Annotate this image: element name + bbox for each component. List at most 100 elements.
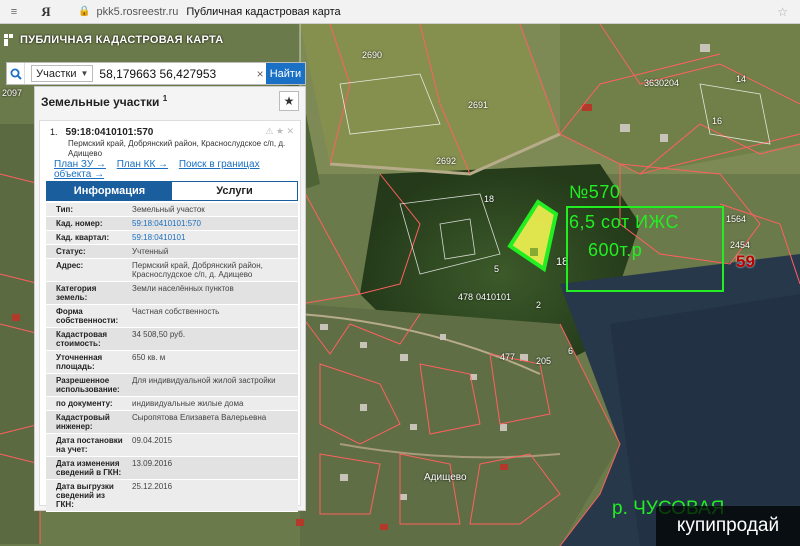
- attribute-key: Кад. квартал:: [56, 233, 110, 242]
- attribute-value: Для индивидуальной жилой застройки: [132, 376, 276, 385]
- browser-logo[interactable]: Я: [38, 4, 54, 20]
- attribute-value: Сыропятова Елизавета Валерьевна: [132, 413, 267, 422]
- attribute-key: Дата изменения сведений в ГКН:: [56, 459, 122, 477]
- parcel-label: 1564: [726, 214, 747, 224]
- card-tabs: Информация Услуги: [46, 181, 298, 201]
- attribute-row: Дата изменения сведений в ГКН: 13.09.2016: [46, 457, 298, 480]
- parcel-label: 205: [536, 356, 552, 366]
- result-count: 1: [162, 93, 168, 103]
- parcel-label: 18: [484, 194, 495, 204]
- chevron-down-icon: ▼: [80, 69, 89, 78]
- parcel-address: Пермский край, Добрянский район, Краснос…: [68, 139, 286, 158]
- parcel-number[interactable]: 59:18:0410101:570: [66, 127, 154, 138]
- quarter-label: 3630204: [644, 78, 680, 88]
- favorite-button[interactable]: ★: [279, 91, 299, 111]
- attribute-value: Земельный участок: [132, 205, 205, 214]
- plan-kk-link[interactable]: План КК →: [117, 159, 168, 170]
- parcel-label: 6: [568, 346, 574, 356]
- parcel-heading: 1. 59:18:0410101:570: [50, 127, 154, 138]
- app-header: ПУБЛИЧНАЯ КАДАСТРОВАЯ КАРТА: [4, 34, 224, 46]
- parcel-label: 2692: [436, 156, 457, 166]
- attribute-row: Разрешенное использование: Для индивидуал…: [46, 374, 298, 397]
- panel-title: Земельные участки 1: [41, 93, 168, 109]
- search-icon[interactable]: [7, 63, 26, 84]
- tab-info[interactable]: Информация: [47, 182, 172, 200]
- attribute-table: Тип: Земельный участок Кад. номер: 59:18:04…: [46, 203, 298, 512]
- tab-services[interactable]: Услуги: [172, 182, 297, 200]
- parcel-label: 2690: [362, 50, 383, 60]
- bookmark-icon[interactable]: ☆: [777, 5, 788, 19]
- annotation-line: №570: [569, 182, 621, 202]
- attribute-key: Кад. номер:: [56, 219, 103, 228]
- attribute-value: 34 508,50 руб.: [132, 330, 186, 339]
- attribute-key: по документу:: [56, 399, 113, 408]
- attribute-key: Кадастровый инженер:: [56, 413, 110, 431]
- parcel-label: 5: [494, 264, 500, 274]
- attribute-row: Дата выгрузки сведений из ГКН: 25.12.2016: [46, 480, 298, 512]
- parcel-card: 1. 59:18:0410101:570 ⚠ ★ ✕ Пермский край,…: [39, 120, 301, 512]
- lock-icon: 🔒: [78, 6, 91, 17]
- attribute-value[interactable]: 59:18:0410101: [128, 231, 298, 244]
- menu-icon[interactable]: ≡: [6, 6, 22, 18]
- watermark: купипродай: [656, 506, 800, 546]
- attribute-key: Статус:: [56, 247, 86, 256]
- parcel-label: 2: [536, 300, 542, 310]
- attribute-key: Адрес:: [56, 261, 84, 270]
- parcel-label: 2691: [468, 100, 489, 110]
- attribute-row: Уточненная площадь: 650 кв. м: [46, 351, 298, 374]
- parcel-label: 2097: [2, 88, 23, 98]
- parcel-label: 14: [736, 74, 747, 84]
- parcel-label: 477: [500, 352, 516, 362]
- attribute-value[interactable]: 59:18:0410101:570: [128, 217, 298, 230]
- attribute-value: 650 кв. м: [132, 353, 166, 362]
- annotation-line: 600т.р: [588, 240, 643, 260]
- attribute-row: Адрес: Пермский край, Добрянский район, К…: [46, 259, 298, 282]
- attribute-value: индивидуальные жилые дома: [132, 399, 244, 408]
- attribute-value: Учтенный: [132, 247, 169, 256]
- attribute-row: Статус: Учтенный: [46, 245, 298, 259]
- attribute-key: Тип:: [56, 205, 73, 214]
- page-title: Публичная кадастровая карта: [186, 5, 341, 18]
- card-action-icons[interactable]: ⚠ ★ ✕: [265, 126, 294, 137]
- quarter-label: 0410101: [476, 292, 512, 302]
- attribute-row: Кадастровый инженер: Сыропятова Елизавета…: [46, 411, 298, 434]
- attribute-value: Пермский край, Добрянский район, Краснос…: [132, 261, 263, 279]
- attribute-row: Тип: Земельный участок: [46, 203, 298, 217]
- clear-icon[interactable]: ×: [254, 67, 265, 81]
- village-label: Адищево: [424, 472, 467, 483]
- search-type-select[interactable]: Участки ▼: [31, 65, 94, 82]
- parcel-label: 2454: [730, 240, 751, 250]
- parcel-label: 16: [712, 116, 723, 126]
- attribute-key: Форма собственности:: [56, 307, 119, 325]
- region-label: 59: [736, 252, 755, 271]
- attribute-row: Категория земель: Земли населённых пункто…: [46, 282, 298, 305]
- browser-bar: ≡ Я 🔒 pkk5.rosreestr.ru Публичная кадаст…: [0, 0, 800, 24]
- attribute-value: Земли населённых пунктов: [132, 284, 234, 293]
- attribute-row: Кад. номер: 59:18:0410101:570: [46, 217, 298, 231]
- attribute-key: Дата выгрузки сведений из ГКН:: [56, 482, 114, 509]
- attribute-value: Частная собственность: [132, 307, 220, 316]
- rosreestr-logo-icon: [4, 34, 13, 46]
- attribute-row: по документу: индивидуальные жилые дома: [46, 397, 298, 411]
- attribute-row: Кад. квартал: 59:18:0410101: [46, 231, 298, 245]
- attribute-row: Дата постановки на учет: 09.04.2015: [46, 434, 298, 457]
- attribute-key: Дата постановки на учет:: [56, 436, 123, 454]
- results-panel: Земельные участки 1 ★ 1. 59:18:0410101:57…: [34, 86, 306, 512]
- search-input[interactable]: [99, 65, 255, 82]
- parcel-links: План ЗУ → План КК → Поиск в границах объ…: [54, 160, 294, 180]
- attribute-row: Кадастровая стоимость: 34 508,50 руб.: [46, 328, 298, 351]
- annotation-line: 6,5 сот ИЖС: [569, 212, 679, 232]
- app-title: ПУБЛИЧНАЯ КАДАСТРОВАЯ КАРТА: [20, 34, 224, 46]
- search-type-label: Участки: [36, 67, 77, 80]
- panel-header: Земельные участки 1 ★: [35, 87, 305, 115]
- attribute-value: 13.09.2016: [132, 459, 173, 468]
- attribute-key: Категория земель:: [56, 284, 97, 302]
- attribute-key: Разрешенное использование:: [56, 376, 120, 394]
- attribute-row: Форма собственности: Частная собственност…: [46, 305, 298, 328]
- address-bar[interactable]: pkk5.rosreestr.ru: [96, 6, 178, 18]
- find-button[interactable]: Найти: [265, 63, 305, 84]
- search-bar: Участки ▼ × Найти: [6, 62, 306, 85]
- attribute-key: Кадастровая стоимость:: [56, 330, 108, 348]
- attribute-value: 25.12.2016: [132, 482, 173, 491]
- parcel-label: 478: [458, 292, 474, 302]
